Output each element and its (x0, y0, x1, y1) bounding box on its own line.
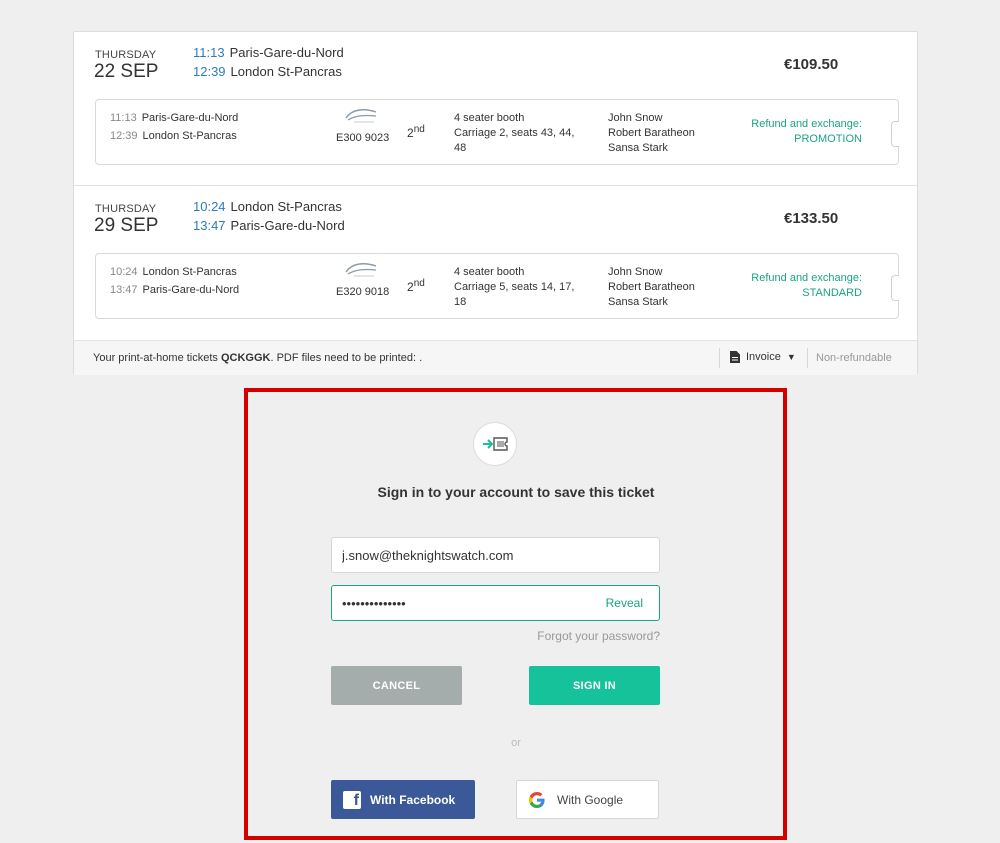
sign-in-button[interactable]: SIGN IN (529, 666, 660, 705)
facebook-icon: f (343, 790, 361, 809)
invoice-label: Invoice (746, 351, 781, 363)
eurostar-logo-icon (345, 109, 377, 123)
facebook-login-label: With Facebook (370, 792, 456, 807)
invoice-dropdown[interactable]: Invoice ▼ (730, 351, 796, 363)
email-field[interactable] (331, 537, 660, 573)
class-number: 2 (407, 126, 414, 140)
save-ticket-icon (473, 422, 517, 466)
forgot-password-link[interactable]: Forgot your password? (537, 629, 660, 643)
footer-text-suffix: . PDF files need to be printed: . (270, 352, 423, 364)
train-segment: 10:24 London St-Pancras 13:47 Paris-Gare-d… (95, 253, 899, 319)
segment-departure-station: London St-Pancras (142, 266, 237, 278)
google-icon (529, 791, 545, 808)
journey-return: THURSDAY 29 SEP 10:24 London St-Pancras 1… (74, 186, 917, 340)
journey-outbound: THURSDAY 22 SEP 11:13 Paris-Gare-du-Nord … (74, 32, 917, 186)
divider (807, 348, 808, 368)
refund-status: Non-refundable (816, 352, 892, 364)
passenger-name: John Snow (608, 266, 663, 278)
journey-price: €109.50 (784, 56, 839, 73)
train-number: E300 9023 (336, 132, 390, 144)
facebook-login-button[interactable]: f With Facebook (331, 780, 475, 819)
eurostar-logo-icon (345, 263, 377, 277)
passenger-name: Sansa Stark (608, 142, 668, 154)
passenger-name: Sansa Stark (608, 296, 668, 308)
passenger-list: John Snow Robert Baratheon Sansa Stark (608, 265, 695, 310)
class-suffix: nd (413, 278, 425, 289)
google-login-label: With Google (557, 792, 624, 807)
reveal-password-button[interactable]: Reveal (606, 596, 643, 610)
refund-label: Refund and exchange: (751, 272, 862, 284)
segment-departure-time: 10:24 (110, 266, 138, 278)
refund-policy: Refund and exchange: STANDARD (751, 271, 862, 301)
departure-station: London St-Pancras (230, 199, 342, 214)
segment-departure: 10:24 London St-Pancras (110, 266, 237, 278)
seat-type: 4 seater booth (454, 112, 525, 124)
booking-reference: QCKGGK (220, 352, 271, 364)
passenger-name: Robert Baratheon (608, 127, 695, 139)
segment-arrival-time: 13:47 (110, 284, 138, 296)
divider (719, 348, 720, 368)
journey-departure: 10:24 London St-Pancras (193, 199, 342, 214)
refund-type: PROMOTION (794, 133, 862, 145)
journey-arrival: 12:39 London St-Pancras (193, 64, 342, 79)
arrival-time: 13:47 (193, 218, 226, 233)
departure-time: 11:13 (193, 45, 225, 60)
ticket-arrow-icon (483, 437, 508, 451)
segment-expand-handle[interactable] (891, 121, 899, 147)
seat-info: 4 seater booth Carriage 5, seats 14, 17,… (454, 265, 584, 310)
segment-departure: 11:13 Paris-Gare-du-Nord (110, 112, 238, 124)
seat-detail: Carriage 5, seats 14, 17, 18 (454, 281, 575, 308)
ticket-footer: Your print-at-home tickets QCKGGK. PDF f… (74, 340, 917, 375)
travel-class: 2nd (407, 278, 425, 294)
train-segment: 11:13 Paris-Gare-du-Nord 12:39 London St-P… (95, 99, 899, 165)
class-number: 2 (407, 280, 414, 294)
arrival-time: 12:39 (193, 64, 226, 79)
chevron-down-icon: ▼ (786, 352, 796, 362)
journey-departure: 11:13 Paris-Gare-du-Nord (193, 45, 344, 60)
departure-station: Paris-Gare-du-Nord (229, 45, 344, 60)
seat-detail: Carriage 2, seats 43, 44, 48 (454, 127, 575, 154)
travel-class: 2nd (407, 124, 425, 140)
journey-date: 29 SEP (94, 215, 159, 236)
segment-arrival-station: London St-Pancras (142, 130, 237, 142)
journey-date: 22 SEP (94, 61, 159, 82)
journey-day: THURSDAY (95, 49, 157, 61)
segment-arrival: 12:39 London St-Pancras (110, 130, 237, 142)
class-suffix: nd (413, 124, 425, 135)
document-icon (730, 351, 740, 363)
train-number: E320 9018 (336, 286, 390, 298)
refund-policy: Refund and exchange: PROMOTION (751, 117, 862, 147)
signin-title: Sign in to your account to save this tic… (377, 484, 655, 500)
segment-arrival-time: 12:39 (110, 130, 138, 142)
departure-time: 10:24 (193, 199, 226, 214)
seat-info: 4 seater booth Carriage 2, seats 43, 44,… (454, 111, 584, 156)
segment-departure-time: 11:13 (110, 112, 137, 124)
journey-arrival: 13:47 Paris-Gare-du-Nord (193, 218, 345, 233)
password-field-wrapper: Reveal (331, 585, 660, 621)
journey-price: €133.50 (784, 210, 839, 227)
passenger-name: Robert Baratheon (608, 281, 695, 293)
signin-panel: Sign in to your account to save this tic… (247, 392, 785, 838)
segment-departure-station: Paris-Gare-du-Nord (141, 112, 239, 124)
google-login-button[interactable]: With Google (516, 780, 659, 819)
seat-type: 4 seater booth (454, 266, 525, 278)
passenger-name: John Snow (608, 112, 663, 124)
arrival-station: Paris-Gare-du-Nord (230, 218, 345, 233)
arrival-station: London St-Pancras (230, 64, 342, 79)
passenger-list: John Snow Robert Baratheon Sansa Stark (608, 111, 695, 156)
journey-day: THURSDAY (95, 203, 157, 215)
cancel-button[interactable]: CANCEL (331, 666, 462, 705)
ticket-card: THURSDAY 22 SEP 11:13 Paris-Gare-du-Nord … (73, 31, 918, 375)
segment-arrival: 13:47 Paris-Gare-du-Nord (110, 284, 239, 296)
refund-label: Refund and exchange: (751, 118, 862, 130)
or-separator: or (511, 737, 521, 749)
segment-expand-handle[interactable] (891, 275, 899, 301)
footer-text-prefix: Your print-at-home tickets (93, 352, 221, 364)
refund-type: STANDARD (802, 287, 862, 299)
print-at-home-note: Your print-at-home tickets QCKGGK. PDF f… (93, 352, 422, 364)
segment-arrival-station: Paris-Gare-du-Nord (142, 284, 240, 296)
password-field[interactable] (332, 586, 592, 620)
